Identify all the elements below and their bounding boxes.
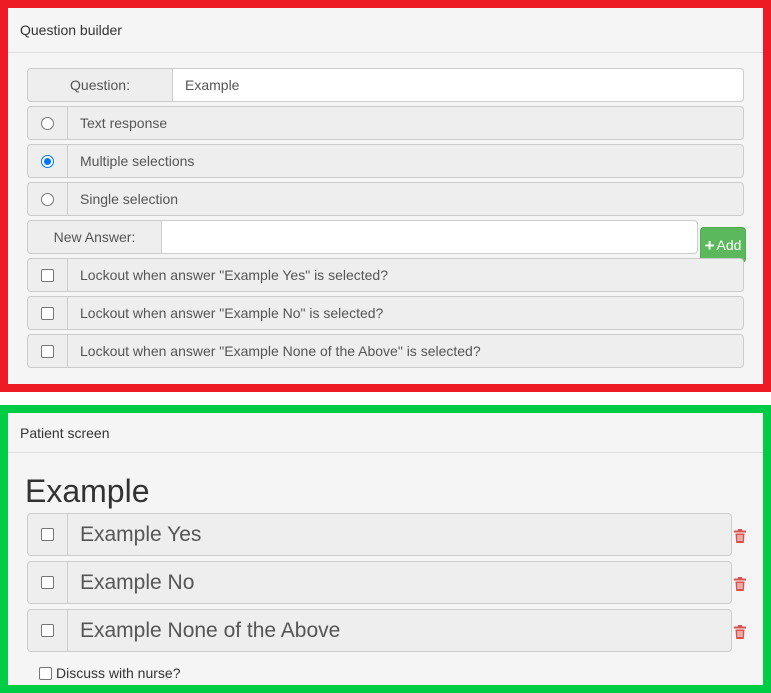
add-button-label: Add [716,237,742,253]
question-builder-frame: Question builder Question: Example Text … [0,0,771,392]
patient-screen-header: Patient screen [8,413,763,453]
plus-icon: + [704,235,715,255]
question-row: Question: Example [27,68,744,102]
answer-row-none[interactable]: Example None of the Above [27,609,732,652]
discuss-with-nurse[interactable]: Discuss with nurse? [39,665,181,681]
new-answer-input[interactable] [161,220,698,254]
trash-icon[interactable] [734,577,746,591]
lockout-yes-label: Lockout when answer "Example Yes" is sel… [67,258,744,292]
single-selection-radio[interactable] [41,192,54,206]
lockout-row-none[interactable]: Lockout when answer "Example None of the… [27,334,744,368]
answer-yes-checkbox[interactable] [41,528,54,541]
trash-icon[interactable] [734,625,746,639]
discuss-label: Discuss with nurse? [56,665,181,681]
single-selection-label: Single selection [67,182,744,216]
lockout-none-checkbox[interactable] [41,344,54,358]
patient-screen-title: Patient screen [20,424,110,441]
new-answer-row: New Answer: [27,220,698,254]
answer-no-label: Example No [67,561,732,604]
lockout-yes-checkbox[interactable] [41,268,54,282]
response-type-text[interactable]: Text response [27,106,744,140]
new-answer-label: New Answer: [27,220,161,254]
answer-none-checkbox[interactable] [41,624,54,637]
text-response-radio[interactable] [41,116,54,130]
question-input[interactable]: Example [172,68,744,102]
lockout-none-label: Lockout when answer "Example None of the… [67,334,744,368]
answer-yes-label: Example Yes [67,513,732,556]
trash-icon[interactable] [734,529,746,543]
response-type-single[interactable]: Single selection [27,182,744,216]
answer-no-checkbox[interactable] [41,576,54,589]
lockout-no-label: Lockout when answer "Example No" is sele… [67,296,744,330]
question-builder-title: Question builder [20,22,122,38]
patient-screen-panel: Patient screen Example Example Yes Examp… [8,413,763,685]
question-builder-header: Question builder [8,8,763,53]
answer-none-label: Example None of the Above [67,609,732,652]
question-label: Question: [27,68,172,102]
patient-screen-frame: Patient screen Example Example Yes Examp… [0,405,771,693]
text-response-label: Text response [67,106,744,140]
lockout-row-no[interactable]: Lockout when answer "Example No" is sele… [27,296,744,330]
lockout-row-yes[interactable]: Lockout when answer "Example Yes" is sel… [27,258,744,292]
multiple-selections-label: Multiple selections [67,144,744,178]
discuss-checkbox[interactable] [39,666,52,680]
question-builder-panel: Question builder Question: Example Text … [8,8,763,384]
answer-row-yes[interactable]: Example Yes [27,513,732,556]
patient-question-title: Example [25,473,150,509]
response-type-multiple[interactable]: Multiple selections [27,144,744,178]
answer-row-no[interactable]: Example No [27,561,732,604]
multiple-selections-radio[interactable] [41,154,54,168]
lockout-no-checkbox[interactable] [41,306,54,320]
